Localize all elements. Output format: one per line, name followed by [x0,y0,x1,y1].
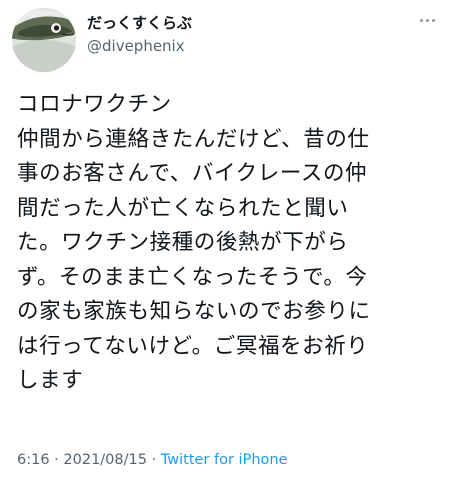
more-horizontal-icon [418,18,436,22]
user-handle[interactable]: @divephenix [87,37,185,55]
tweet-date[interactable]: 2021/08/15 [63,452,147,468]
avatar[interactable] [12,8,76,72]
tweet-card: だっくすくらぶ @divephenix コロナワクチン 仲間から連絡きたんだけど… [0,0,459,485]
fish-avatar-image [12,8,76,72]
tweet-time[interactable]: 6:16 [17,452,50,468]
tweet-meta: 6:16 · 2021/08/15 · Twitter for iPhone [17,452,288,468]
more-options-button[interactable] [412,8,442,32]
display-name[interactable]: だっくすくらぶ [87,12,192,33]
tweet-text: コロナワクチン 仲間から連絡きたんだけど、昔の仕 事のお客さんで、バイクレースの… [17,92,371,393]
tweet-source-link[interactable]: Twitter for iPhone [161,452,288,468]
meta-separator: · [146,452,161,468]
meta-separator: · [49,452,64,468]
